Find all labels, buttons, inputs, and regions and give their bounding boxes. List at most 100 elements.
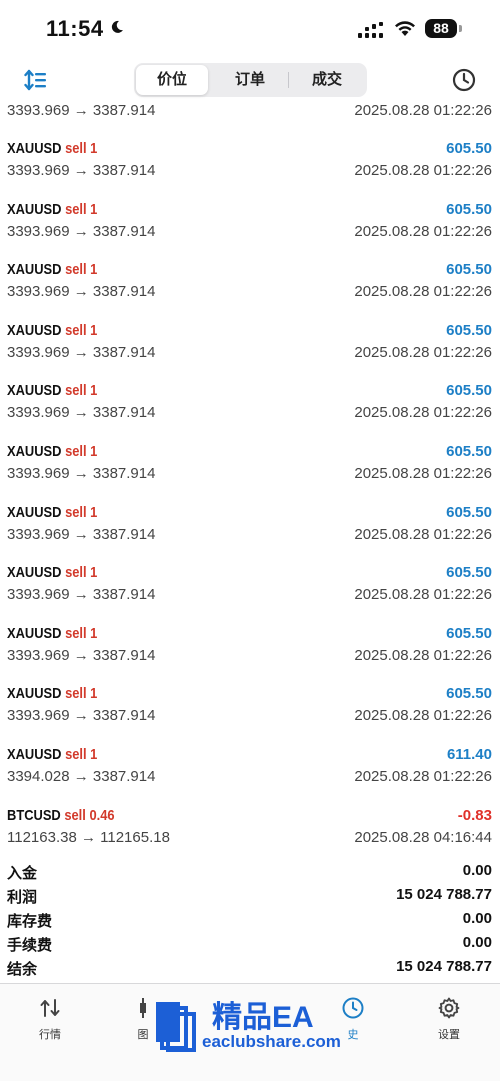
deal-prices: 3393.969 → 3387.914 bbox=[7, 283, 156, 301]
gear-icon bbox=[438, 997, 460, 1019]
deal-prices: 3393.969 → 3387.914 bbox=[7, 343, 156, 361]
deal-row[interactable]: XAUUSD sell 1 605.50 3393.969 → 3387.914 20… bbox=[0, 443, 500, 503]
nav-quotes[interactable]: 行情 bbox=[15, 992, 85, 1042]
deal-symbol: XAUUSD sell 1 bbox=[7, 443, 97, 460]
deal-symbol-name: XAUUSD bbox=[7, 564, 62, 582]
deal-side: sell 1 bbox=[65, 746, 98, 763]
deal-side: sell 1 bbox=[65, 624, 98, 642]
deal-row[interactable]: XAUUSD sell 1 605.50 3393.969 → 3387.914 20… bbox=[0, 382, 500, 442]
summary-value: 0.00 bbox=[462, 934, 492, 951]
deal-symbol-name: XAUUSD bbox=[7, 140, 62, 157]
deal-profit: 605.50 bbox=[446, 503, 492, 521]
deal-profit: 605.50 bbox=[446, 624, 492, 642]
deal-time: 2025.08.28 01:22:26 bbox=[354, 646, 492, 664]
deal-profit: 605.50 bbox=[446, 200, 492, 218]
deal-time: 2025.08.28 04:16:44 bbox=[354, 828, 492, 846]
deal-prices: 3393.969 → 3387.914 bbox=[7, 525, 156, 543]
deal-row[interactable]: XAUUSD sell 1 605.50 3393.969 → 3387.914 20… bbox=[0, 140, 500, 200]
deal-time: 2025.08.28 01:22:26 bbox=[354, 404, 492, 422]
battery-tip bbox=[459, 25, 462, 32]
summary-row: 结余 15 024 788.77 bbox=[0, 958, 500, 982]
deal-row[interactable]: XAUUSD sell 1 605.50 3393.969 → 3387.914 20… bbox=[0, 685, 500, 745]
history-segmented-control: 价位 订单 成交 bbox=[134, 63, 367, 97]
deal-row[interactable]: XAUUSD sell 1 605.50 3393.969 → 3387.914 20… bbox=[0, 625, 500, 685]
deal-prices: 3393.969 → 3387.914 bbox=[7, 162, 156, 179]
summary-value: 15 024 788.77 bbox=[396, 958, 492, 975]
deal-prices: 3393.969 → 3387.914 bbox=[7, 222, 156, 240]
deal-side: sell 1 bbox=[65, 382, 98, 400]
deal-time: 2025.08.28 01:22:26 bbox=[354, 768, 492, 785]
sort-icon[interactable] bbox=[24, 69, 48, 91]
moon-icon bbox=[111, 20, 123, 33]
wifi-icon bbox=[395, 21, 415, 36]
deal-time: 2025.08.28 01:22:26 bbox=[354, 343, 492, 361]
deal-time: 2025.08.28 01:22:26 bbox=[354, 586, 492, 604]
top-toolbar: 价位 订单 成交 bbox=[0, 58, 500, 102]
arrows-updown-icon bbox=[40, 999, 60, 1017]
deal-side: sell 1 bbox=[65, 140, 98, 157]
deal-symbol-name: XAUUSD bbox=[7, 624, 62, 642]
deal-symbol-name: BTCUSD bbox=[7, 806, 61, 824]
deal-prices: 3394.028 → 3387.914 bbox=[7, 768, 156, 785]
deal-profit: 605.50 bbox=[446, 261, 492, 279]
deal-symbol: XAUUSD sell 1 bbox=[7, 201, 97, 218]
summary-value: 15 024 788.77 bbox=[396, 886, 492, 903]
deal-time: 2025.08.28 01:22:26 bbox=[354, 283, 492, 301]
nav-settings-label: 设置 bbox=[438, 1029, 460, 1041]
deal-side: sell 1 bbox=[65, 321, 98, 339]
deal-prices: 3393.969 → 3387.914 bbox=[7, 586, 156, 604]
summary-row: 入金 0.00 bbox=[0, 862, 500, 886]
deal-symbol: XAUUSD sell 1 bbox=[7, 504, 97, 521]
summary-label: 结余 bbox=[7, 961, 38, 978]
deal-prices: 3393.969 → 3387.914 bbox=[7, 707, 156, 725]
deal-side: sell 0.46 bbox=[64, 806, 115, 824]
deal-symbol: XAUUSD sell 1 bbox=[7, 685, 97, 702]
deal-row[interactable]: XAUUSD sell 1 605.50 3393.969 → 3387.914 20… bbox=[0, 564, 500, 624]
summary-label: 库存费 bbox=[7, 913, 53, 930]
deal-symbol-name: XAUUSD bbox=[7, 503, 62, 521]
summary-value: 0.00 bbox=[462, 910, 492, 927]
deal-prices: 112163.38 → 112165.18 bbox=[7, 828, 170, 846]
nav-settings[interactable]: 设置 bbox=[414, 992, 484, 1042]
tab-deals[interactable]: 成交 bbox=[291, 65, 363, 95]
deal-side: sell 1 bbox=[65, 443, 98, 460]
deal-time: 2025.08.28 01:22:26 bbox=[354, 222, 492, 240]
deal-symbol-name: XAUUSD bbox=[7, 382, 62, 400]
nav-quotes-label: 行情 bbox=[39, 1029, 61, 1041]
watermark-title: 精品EA bbox=[212, 1001, 314, 1034]
deal-row[interactable]: XAUUSD sell 1 605.50 3393.969 → 3387.914 20… bbox=[0, 201, 500, 261]
deal-time: 2025.08.28 01:22:26 bbox=[354, 465, 492, 482]
deal-row[interactable]: XAUUSD sell 1 605.50 3393.969 → 3387.914 20… bbox=[0, 504, 500, 564]
deal-symbol-name: XAUUSD bbox=[7, 200, 62, 218]
deal-row[interactable]: XAUUSD sell 1 605.50 3393.969 → 3387.914 20… bbox=[0, 322, 500, 382]
deal-row[interactable]: 3393.969 → 3387.914 2025.08.28 01:22:26 bbox=[0, 100, 500, 140]
deal-profit: 605.50 bbox=[446, 140, 492, 157]
clock-icon[interactable] bbox=[452, 68, 476, 92]
deal-symbol: XAUUSD sell 1 bbox=[7, 261, 97, 278]
deal-side: sell 1 bbox=[65, 564, 98, 582]
deal-symbol-name: XAUUSD bbox=[7, 261, 62, 279]
summary-label: 入金 bbox=[7, 865, 38, 882]
tab-orders[interactable]: 订单 bbox=[214, 65, 286, 95]
deal-row[interactable]: XAUUSD sell 1 611.40 3394.028 → 3387.914 20… bbox=[0, 746, 500, 806]
summary-label: 手续费 bbox=[7, 937, 53, 954]
summary-row: 库存费 0.00 bbox=[0, 910, 500, 934]
deal-row[interactable]: BTCUSD sell 0.46 -0.83 112163.38 → 112165.… bbox=[0, 807, 500, 856]
tab-positions[interactable]: 价位 bbox=[136, 65, 208, 95]
deal-side: sell 1 bbox=[65, 261, 98, 279]
deal-prices: 3393.969 → 3387.914 bbox=[7, 646, 156, 664]
deal-profit: 611.40 bbox=[446, 746, 492, 763]
deal-prices: 3393.969 → 3387.914 bbox=[7, 465, 156, 482]
deal-profit: -0.83 bbox=[457, 806, 492, 824]
deal-symbol: XAUUSD sell 1 bbox=[7, 322, 97, 339]
deal-profit: 605.50 bbox=[446, 443, 492, 460]
summary-value: 0.00 bbox=[462, 862, 492, 879]
summary-row: 利润 15 024 788.77 bbox=[0, 886, 500, 910]
deal-row[interactable]: XAUUSD sell 1 605.50 3393.969 → 3387.914 20… bbox=[0, 261, 500, 321]
deal-symbol-name: XAUUSD bbox=[7, 685, 62, 703]
deal-side: sell 1 bbox=[65, 685, 98, 703]
battery-indicator: 88 bbox=[425, 19, 457, 38]
deals-list: 3393.969 → 3387.914 2025.08.28 01:22:26 XA… bbox=[0, 100, 500, 856]
summary-row: 手续费 0.00 bbox=[0, 934, 500, 958]
deal-symbol: BTCUSD sell 0.46 bbox=[7, 807, 115, 824]
